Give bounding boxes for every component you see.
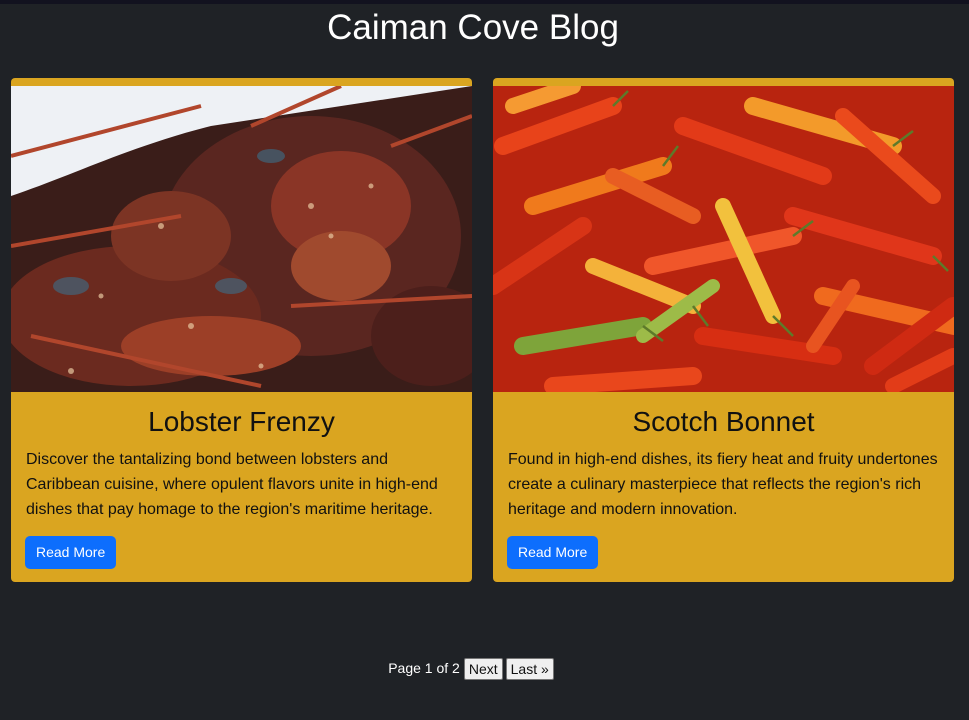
post-title: Lobster Frenzy: [148, 406, 335, 437]
post-title: Scotch Bonnet: [632, 406, 815, 437]
post-image-lobster: [11, 86, 472, 392]
read-more-button[interactable]: Read More: [507, 536, 599, 569]
page-title: Caiman Cove Blog: [327, 8, 619, 47]
post-card-lobster: Lobster Frenzy Discover the tantalizing …: [11, 78, 472, 582]
post-image-peppers: [493, 86, 954, 392]
last-page-button[interactable]: Last »: [505, 658, 554, 681]
post-excerpt: Discover the tantalizing bond between lo…: [26, 451, 438, 518]
pagination: Page 1 of 2 Next Last »: [0, 656, 945, 681]
next-page-button[interactable]: Next: [463, 658, 503, 681]
top-strip: [0, 0, 969, 4]
post-card-scotch-bonnet: Scotch Bonnet Found in high-end dishes, …: [493, 78, 954, 582]
post-excerpt: Found in high-end dishes, its fiery heat…: [508, 451, 938, 518]
page-info: Page 1 of 2: [388, 660, 460, 676]
read-more-button[interactable]: Read More: [25, 536, 117, 569]
